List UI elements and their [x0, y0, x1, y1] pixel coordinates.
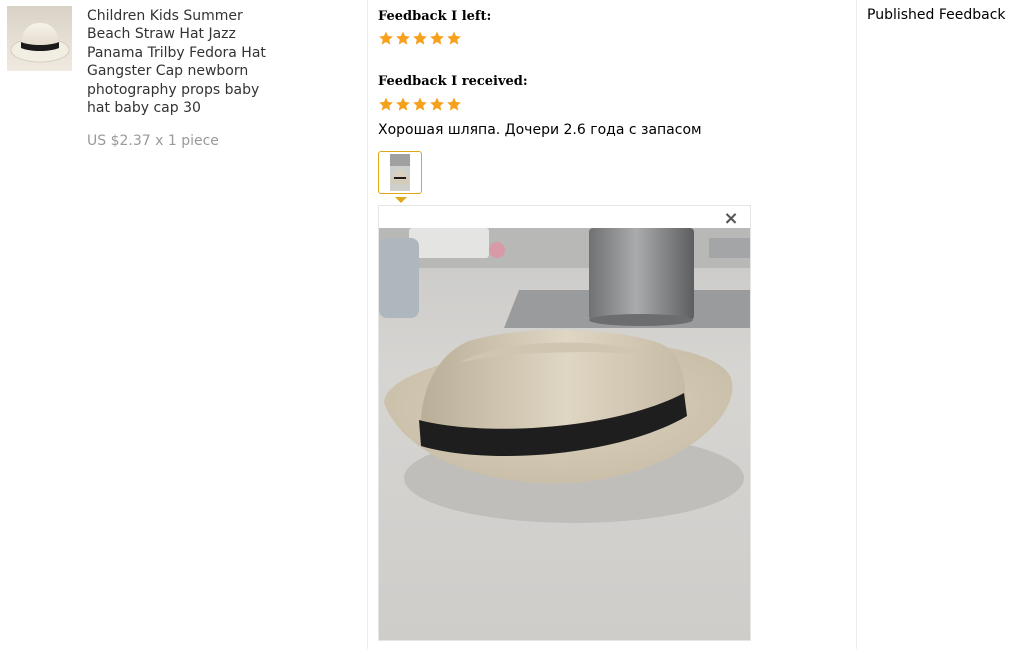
column-divider-left: [367, 0, 368, 649]
review-thumbnail-pointer: [395, 197, 407, 203]
star-icon: [379, 97, 393, 111]
column-divider-right: [856, 0, 857, 649]
review-text: Хорошая шляпа. Дочери 2.6 года с запасом: [378, 122, 702, 138]
review-hat-photo: [379, 228, 750, 640]
feedback-received-heading: Feedback I received:: [378, 74, 528, 89]
star-icon: [430, 97, 444, 111]
star-icon: [379, 31, 393, 45]
product-title-link[interactable]: Children Kids Summer Beach Straw Hat Jaz…: [87, 7, 272, 117]
star-icon: [396, 97, 410, 111]
star-icon: [430, 31, 444, 45]
feedback-left-heading: Feedback I left:: [378, 9, 492, 24]
feedback-left-rating: [378, 31, 462, 46]
feedback-received-rating: [378, 97, 462, 112]
product-thumbnail[interactable]: [7, 6, 72, 71]
review-thumbnail-image: [381, 154, 419, 191]
close-icon[interactable]: ×: [723, 210, 739, 228]
star-icon: [413, 97, 427, 111]
review-photo-viewer: ×: [378, 205, 751, 641]
product-price: US $2.37 x 1 piece: [87, 133, 219, 149]
feedback-status: Published Feedback: [867, 7, 1006, 23]
star-icon: [447, 31, 461, 45]
star-icon: [413, 31, 427, 45]
star-icon: [447, 97, 461, 111]
review-photo-thumbnail[interactable]: [378, 151, 422, 194]
product-hat-image: [7, 6, 72, 71]
star-icon: [396, 31, 410, 45]
review-photo: [379, 228, 750, 640]
